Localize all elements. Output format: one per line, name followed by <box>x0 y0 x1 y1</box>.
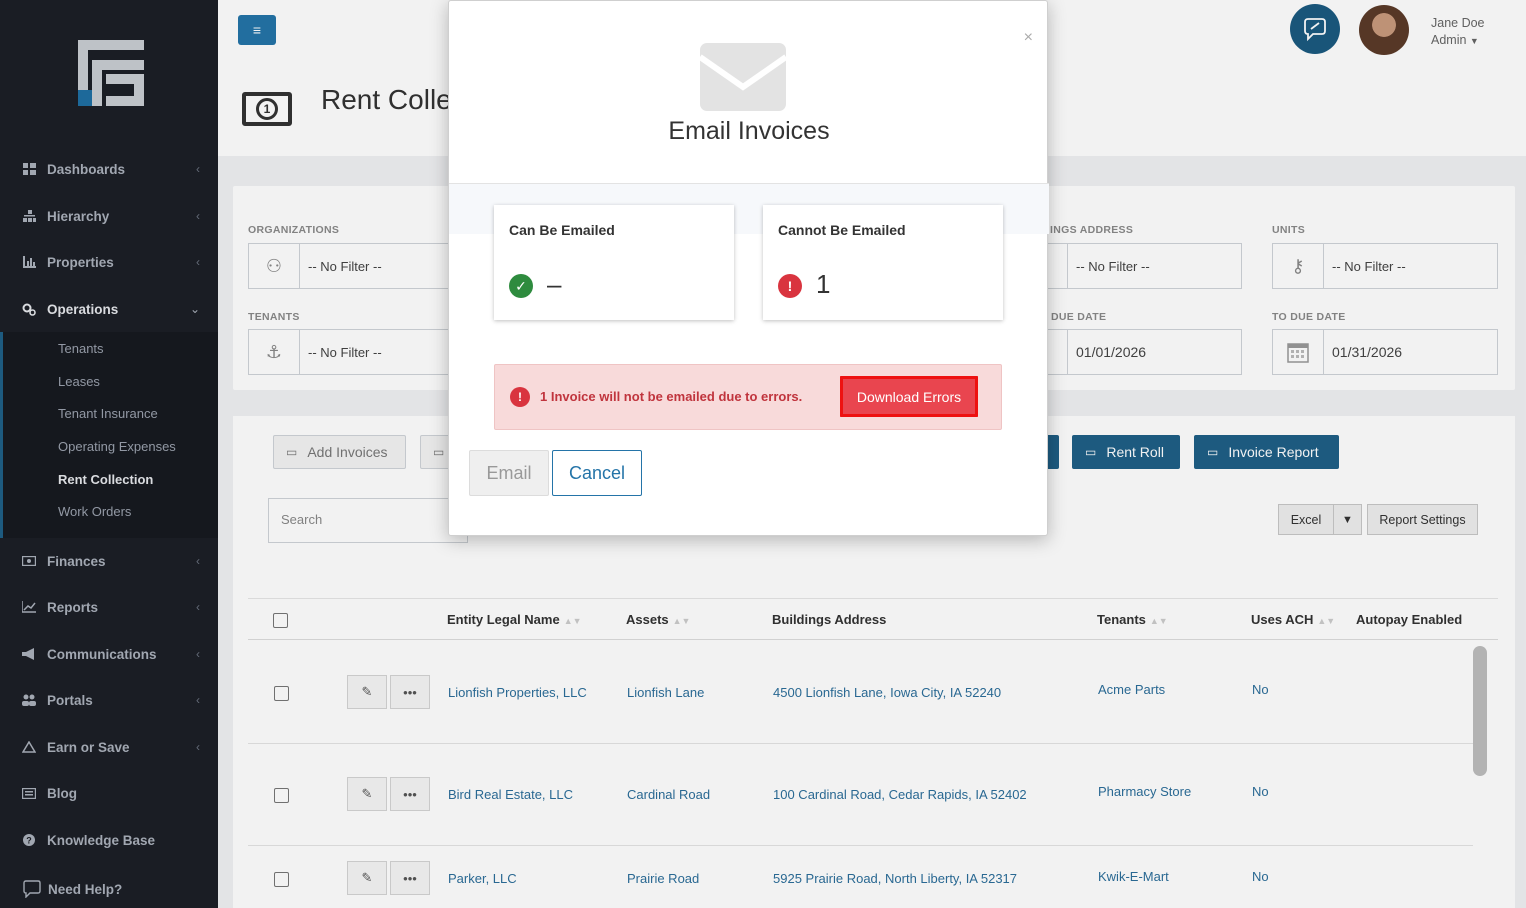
cannot-be-emailed-count: 1 <box>816 269 831 299</box>
cannot-be-emailed-label: Cannot Be Emailed <box>778 222 906 238</box>
error-alert: ! 1 Invoice will not be emailed due to e… <box>494 364 1002 430</box>
alert-message: 1 Invoice will not be emailed due to err… <box>540 389 803 404</box>
modal-title: Email Invoices <box>668 117 830 145</box>
envelope-icon <box>700 43 786 111</box>
download-errors-button[interactable]: Download Errors <box>840 376 978 417</box>
email-button[interactable]: Email <box>469 450 549 496</box>
cancel-button[interactable]: Cancel <box>552 450 642 496</box>
exclamation-circle-icon: ! <box>510 387 530 407</box>
cannot-be-emailed-card: Cannot Be Emailed ! 1 <box>763 205 1003 320</box>
exclamation-circle-icon: ! <box>778 274 802 298</box>
close-icon[interactable]: × <box>1024 29 1033 47</box>
check-circle-icon: ✓ <box>509 274 533 298</box>
email-invoices-modal: × Email Invoices Can Be Emailed ✓ – Cann… <box>448 0 1049 536</box>
can-be-emailed-card: Can Be Emailed ✓ – <box>494 205 734 320</box>
can-be-emailed-count: – <box>547 269 562 299</box>
can-be-emailed-label: Can Be Emailed <box>509 222 615 238</box>
